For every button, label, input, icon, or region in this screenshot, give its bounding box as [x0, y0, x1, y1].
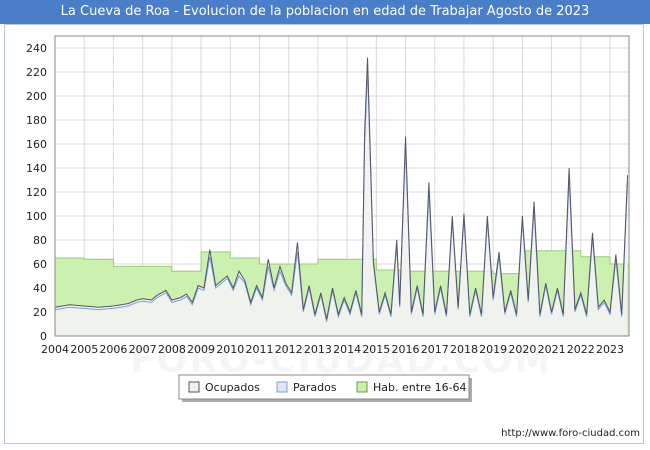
legend-label: Ocupados [205, 381, 260, 394]
x-tick-label: 2008 [158, 343, 186, 356]
y-tick-label: 220 [26, 66, 47, 79]
x-tick-label: 2009 [187, 343, 215, 356]
chart-svg: 0204060801001201401601802002202402004 200… [26, 35, 630, 402]
legend-swatch [188, 381, 200, 393]
x-tick-label: 2011 [245, 343, 273, 356]
y-tick-label: 100 [26, 210, 47, 223]
y-tick-label: 0 [40, 330, 47, 343]
x-tick-label: 2023 [596, 343, 624, 356]
y-tick-label: 80 [33, 234, 47, 247]
y-tick-label: 160 [26, 138, 47, 151]
x-tick-label: 2004 [41, 343, 69, 356]
x-tick-label: 2013 [304, 343, 332, 356]
x-tick-label: 2017 [421, 343, 449, 356]
x-tick-label: 2022 [567, 343, 595, 356]
y-tick-label: 240 [26, 42, 47, 55]
x-tick-label: 2018 [450, 343, 478, 356]
x-tick-label: 2015 [362, 343, 390, 356]
y-tick-label: 60 [33, 258, 47, 271]
legend-swatch [356, 381, 368, 393]
y-tick-label: 140 [26, 162, 47, 175]
x-tick-label: 2016 [392, 343, 420, 356]
legend-swatch [276, 381, 288, 393]
y-tick-label: 20 [33, 306, 47, 319]
legend-label: Hab. entre 16-64 [373, 381, 467, 394]
y-tick-label: 200 [26, 90, 47, 103]
y-tick-label: 40 [33, 282, 47, 295]
x-tick-label: 2020 [508, 343, 536, 356]
x-tick-label: 2006 [99, 343, 127, 356]
x-tick-label: 2007 [129, 343, 157, 356]
source-url[interactable]: http://www.foro-ciudad.com [501, 428, 640, 439]
x-tick-label: 2021 [538, 343, 566, 356]
legend-label: Parados [293, 381, 337, 394]
y-tick-label: 120 [26, 186, 47, 199]
x-tick-label: 2014 [333, 343, 361, 356]
x-tick-label: 2005 [70, 343, 98, 356]
x-tick-label: 2010 [216, 343, 244, 356]
x-tick-label: 2019 [479, 343, 507, 356]
legend[interactable]: Ocupados Parados Hab. entre 16-64 [178, 374, 472, 402]
y-tick-label: 180 [26, 114, 47, 127]
x-tick-label: 2012 [275, 343, 303, 356]
